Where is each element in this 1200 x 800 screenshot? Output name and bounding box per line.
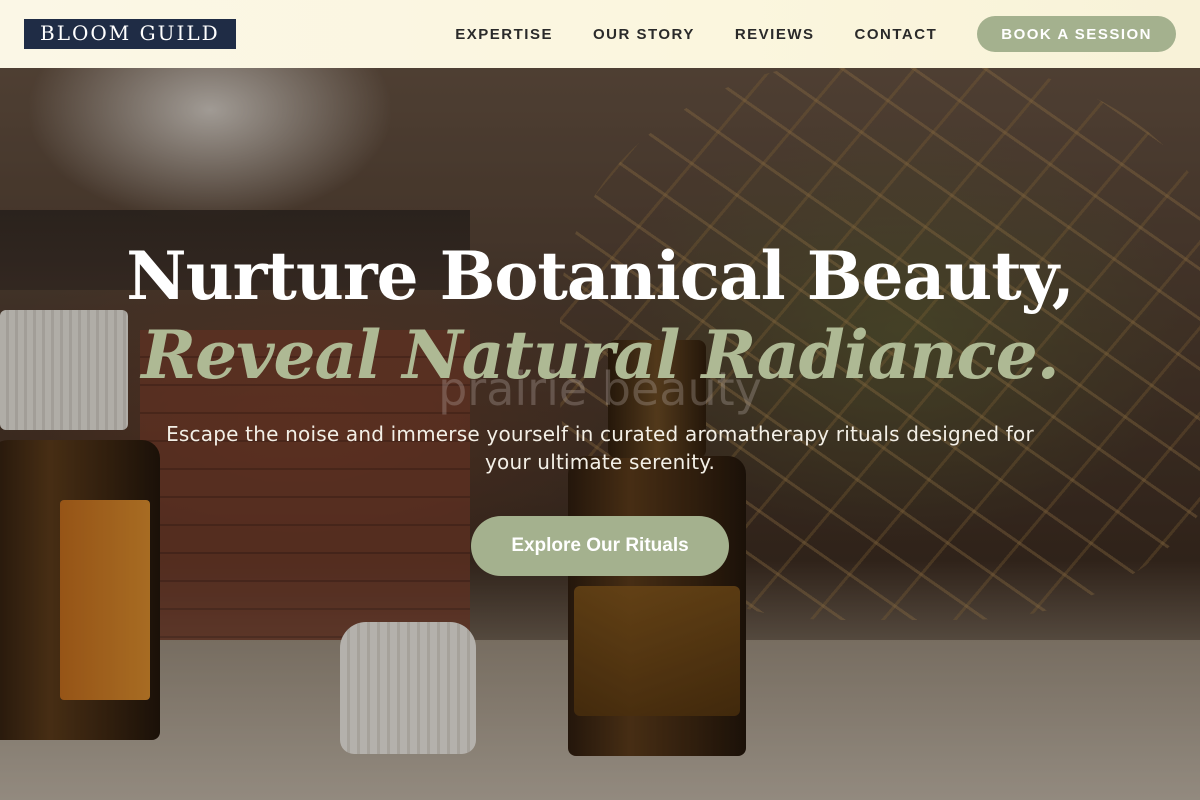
hero-subtitle: Escape the noise and immerse yourself in… (166, 422, 1034, 474)
book-session-button[interactable]: BOOK A SESSION (977, 16, 1176, 52)
nav-reviews[interactable]: REVIEWS (735, 26, 815, 43)
site-header: BLOOM GUILD EXPERTISE OUR STORY REVIEWS … (0, 0, 1200, 68)
headline-line-2: Reveal Natural Radiance. (141, 316, 1059, 394)
hero-content: Nurture Botanical Beauty, Reveal Natural… (0, 236, 1200, 576)
headline-line-1: Nurture Botanical Beauty, (126, 237, 1074, 315)
nav-our-story[interactable]: OUR STORY (593, 26, 695, 43)
hero-headline: Nurture Botanical Beauty, Reveal Natural… (0, 236, 1200, 394)
nav-contact[interactable]: CONTACT (855, 26, 938, 43)
site-logo[interactable]: BLOOM GUILD (24, 19, 236, 49)
explore-rituals-button[interactable]: Explore Our Rituals (471, 516, 729, 576)
main-nav: EXPERTISE OUR STORY REVIEWS CONTACT BOOK… (415, 16, 1176, 52)
nav-expertise[interactable]: EXPERTISE (455, 26, 553, 43)
